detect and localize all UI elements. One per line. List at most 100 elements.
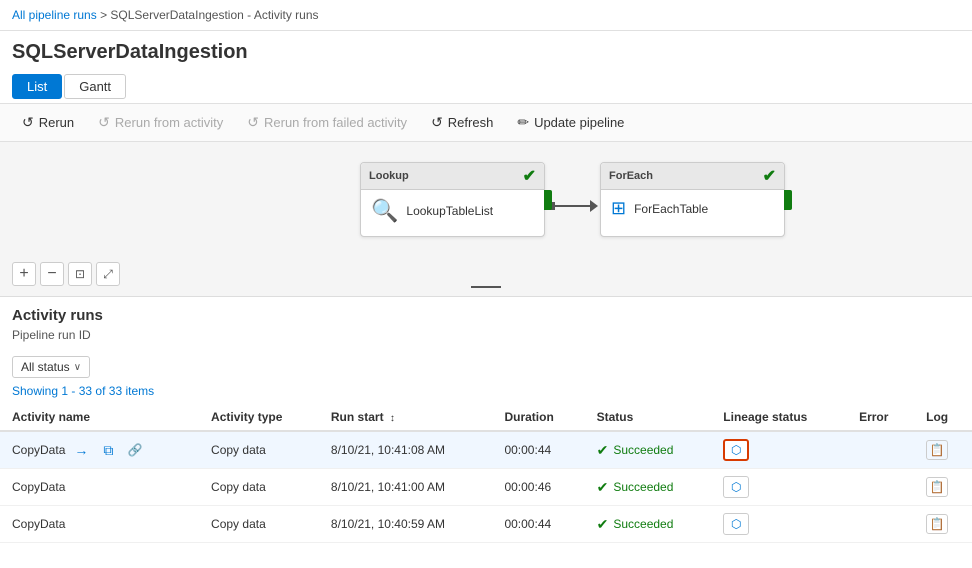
zoom-controls: + − ⊡ ⤢ xyxy=(12,262,120,286)
tab-bar: List Gantt xyxy=(0,70,972,104)
cell-lineage-2: ⬡ xyxy=(711,469,847,506)
col-activity-type: Activity type xyxy=(199,404,319,431)
node-right-bar-lookup xyxy=(544,190,552,210)
success-icon-1: ✔ xyxy=(597,442,609,459)
all-status-label: All status xyxy=(21,360,70,374)
node-header-foreach: ForEach ✔ xyxy=(601,163,784,190)
zoom-expand-button[interactable]: ⤢ xyxy=(96,262,120,286)
sort-icon: ↕ xyxy=(390,413,395,424)
col-run-start[interactable]: Run start ↕ xyxy=(319,404,493,431)
cell-activity-type-2: Copy data xyxy=(199,469,319,506)
lineage-button-3[interactable]: ⬡ xyxy=(723,513,749,535)
cell-run-start-3: 8/10/21, 10:40:59 AM xyxy=(319,506,493,543)
success-icon-3: ✔ xyxy=(597,516,609,533)
success-icon-2: ✔ xyxy=(597,479,609,496)
all-status-dropdown[interactable]: All status ∨ xyxy=(12,356,90,378)
node-type-lookup: Lookup xyxy=(369,170,409,182)
cell-activity-type-1: Copy data xyxy=(199,431,319,469)
cell-activity-name-1: CopyData → ⧉ 🔗 xyxy=(0,431,199,469)
refresh-button[interactable]: ↺ Refresh xyxy=(421,110,503,135)
filter-row: All status ∨ xyxy=(0,352,972,382)
activity-runs-table: Activity name Activity type Run start ↕ … xyxy=(0,404,972,543)
node-right-bar-foreach xyxy=(784,190,792,210)
rerun-from-failed-icon: ↺ xyxy=(247,114,259,131)
cell-lineage-3: ⬡ xyxy=(711,506,847,543)
zoom-plus-button[interactable]: + xyxy=(12,262,36,286)
node-success-foreach: ✔ xyxy=(763,166,776,186)
rerun-button[interactable]: ↺ Rerun xyxy=(12,110,84,135)
log-button-2[interactable]: 📋 xyxy=(926,477,948,497)
tab-list[interactable]: List xyxy=(12,74,62,99)
cell-duration-2: 00:00:46 xyxy=(492,469,584,506)
showing-label: Showing xyxy=(12,384,58,398)
lookup-icon: 🔍 xyxy=(371,198,398,224)
navigate-icon-1[interactable]: → xyxy=(70,440,92,460)
rerun-from-failed-button[interactable]: ↺ Rerun from failed activity xyxy=(237,110,417,135)
showing-range: 1 - 33 of xyxy=(61,384,108,398)
node-body-foreach: ⊞ ForEachTable xyxy=(601,190,784,227)
showing-total: 33 items xyxy=(109,384,154,398)
lineage-button-2[interactable]: ⬡ xyxy=(723,476,749,498)
arrow-connector xyxy=(545,200,600,212)
arrow-head xyxy=(590,200,598,212)
pipeline-canvas: Lookup ✔ 🔍 LookupTableList ForEach ✔ ⊞ F… xyxy=(0,142,972,297)
cell-activity-name-3: CopyData xyxy=(0,506,199,543)
breadcrumb-separator: > xyxy=(100,8,110,22)
tab-gantt[interactable]: Gantt xyxy=(64,74,126,99)
cell-error-2 xyxy=(847,469,914,506)
rerun-from-activity-button[interactable]: ↺ Rerun from activity xyxy=(88,110,233,135)
cell-lineage-1: ⬡ xyxy=(711,431,847,469)
rerun-icon: ↺ xyxy=(22,114,34,131)
toolbar: ↺ Rerun ↺ Rerun from activity ↺ Rerun fr… xyxy=(0,104,972,142)
cell-run-start-1: 8/10/21, 10:41:08 AM xyxy=(319,431,493,469)
cell-error-3 xyxy=(847,506,914,543)
cell-log-2: 📋 xyxy=(914,469,972,506)
arrow-line xyxy=(555,205,590,207)
table-row: CopyData → ⧉ 🔗 Copy data 8/10/21, 10:41:… xyxy=(0,431,972,469)
canvas-divider xyxy=(471,286,501,288)
col-lineage-status: Lineage status xyxy=(711,404,847,431)
rerun-from-activity-label: Rerun from activity xyxy=(115,115,223,130)
showing-text: Showing 1 - 33 of 33 items xyxy=(0,382,972,404)
table-header-row: Activity name Activity type Run start ↕ … xyxy=(0,404,972,431)
cell-run-start-2: 8/10/21, 10:41:00 AM xyxy=(319,469,493,506)
node-label-lookup: LookupTableList xyxy=(406,204,493,218)
activity-runs-section: Activity runs Pipeline run ID xyxy=(0,297,972,352)
breadcrumb-link[interactable]: All pipeline runs xyxy=(12,8,97,22)
activity-runs-title: Activity runs xyxy=(12,307,960,324)
col-log: Log xyxy=(914,404,972,431)
breadcrumb: All pipeline runs > SQLServerDataIngesti… xyxy=(0,0,972,31)
pipeline-nodes: Lookup ✔ 🔍 LookupTableList ForEach ✔ ⊞ F… xyxy=(360,162,785,237)
foreach-icon: ⊞ xyxy=(611,198,626,219)
col-status: Status xyxy=(585,404,712,431)
cell-error-1 xyxy=(847,431,914,469)
node-label-foreach: ForEachTable xyxy=(634,202,708,216)
log-button-3[interactable]: 📋 xyxy=(926,514,948,534)
cell-status-1: ✔ Succeeded xyxy=(585,431,712,469)
node-type-foreach: ForEach xyxy=(609,170,653,182)
node-body-lookup: 🔍 LookupTableList xyxy=(361,190,544,232)
table-row: CopyData Copy data 8/10/21, 10:41:00 AM … xyxy=(0,469,972,506)
pipeline-node-foreach[interactable]: ForEach ✔ ⊞ ForEachTable xyxy=(600,162,785,237)
table-row: CopyData Copy data 8/10/21, 10:40:59 AM … xyxy=(0,506,972,543)
page-title: SQLServerDataIngestion xyxy=(0,31,972,70)
link-icon-1[interactable]: 🔗 xyxy=(124,440,146,460)
cell-status-3: ✔ Succeeded xyxy=(585,506,712,543)
lineage-button-1[interactable]: ⬡ xyxy=(723,439,749,461)
refresh-icon: ↺ xyxy=(431,114,443,131)
cell-duration-3: 00:00:44 xyxy=(492,506,584,543)
pipeline-node-lookup[interactable]: Lookup ✔ 🔍 LookupTableList xyxy=(360,162,545,237)
zoom-minus-button[interactable]: − xyxy=(40,262,64,286)
cell-log-3: 📋 xyxy=(914,506,972,543)
cell-activity-type-3: Copy data xyxy=(199,506,319,543)
log-button-1[interactable]: 📋 xyxy=(926,440,948,460)
update-pipeline-icon: ✏ xyxy=(517,114,529,131)
cell-duration-1: 00:00:44 xyxy=(492,431,584,469)
breadcrumb-current: SQLServerDataIngestion - Activity runs xyxy=(110,8,318,22)
node-header-lookup: Lookup ✔ xyxy=(361,163,544,190)
zoom-fit-button[interactable]: ⊡ xyxy=(68,262,92,286)
copy-icon-1[interactable]: ⧉ xyxy=(97,440,119,460)
rerun-from-activity-icon: ↺ xyxy=(98,114,110,131)
update-pipeline-button[interactable]: ✏ Update pipeline xyxy=(507,110,634,135)
col-activity-name: Activity name xyxy=(0,404,199,431)
